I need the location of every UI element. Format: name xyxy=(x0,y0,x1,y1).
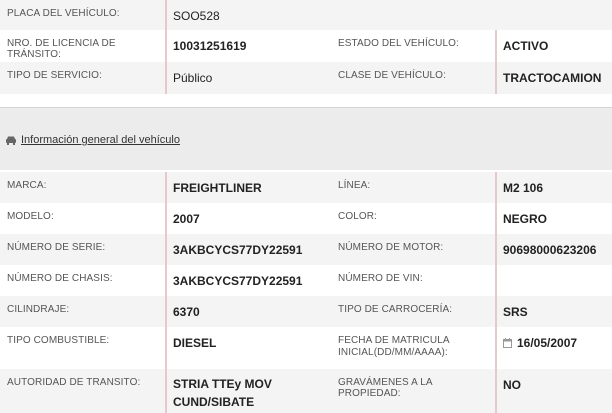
status-label: ESTADO DEL VEHÍCULO: xyxy=(338,38,459,49)
license-label: NRO. DE LICENCIA DE TRÁNSITO: xyxy=(7,38,116,60)
cilindraje-value: 6370 xyxy=(165,296,333,327)
license-row: NRO. DE LICENCIA DE TRÁNSITO: 1003125161… xyxy=(0,30,612,62)
vin-value xyxy=(495,265,612,296)
license-value: 10031251619 xyxy=(165,30,333,62)
service-row: TIPO DE SERVICIO: Público CLASE DE VEHÍC… xyxy=(0,62,612,94)
motor-value: 90698000623206 xyxy=(495,234,612,265)
autoridad-value: STRIA TTEy MOV CUND/SIBATE xyxy=(165,369,333,413)
matricula-label-line2: INICIAL(DD/MM/AAAA): xyxy=(338,347,448,358)
chasis-label: NÚMERO DE CHASIS: xyxy=(7,273,113,284)
class-value: TRACTOCAMION xyxy=(495,62,612,94)
status-value: ACTIVO xyxy=(495,30,612,62)
color-value: NEGRO xyxy=(495,203,612,234)
cilindraje-label: CILINDRAJE: xyxy=(7,304,70,315)
autoridad-label: AUTORIDAD DE TRANSITO: xyxy=(7,377,141,388)
detail-row-modelo: MODELO: 2007 COLOR: NEGRO xyxy=(0,203,612,234)
color-label: COLOR: xyxy=(338,211,377,222)
detail-row-marca: MARCA: FREIGHTLINER LÍNEA: M2 106 xyxy=(0,172,612,203)
calendar-icon xyxy=(503,338,512,348)
detail-row-cilindraje: CILINDRAJE: 6370 TIPO DE CARROCERÍA: SRS xyxy=(0,296,612,327)
spacer xyxy=(0,96,612,107)
plate-row: PLACA DEL VEHÍCULO: SOO528 xyxy=(0,0,612,30)
plate-label: PLACA DEL VEHÍCULO: xyxy=(7,8,120,19)
serie-value: 3AKBCYCS77DY22591 xyxy=(165,234,333,265)
gravamenes-value: NO xyxy=(495,369,612,413)
service-value: Público xyxy=(165,62,333,94)
linea-value: M2 106 xyxy=(495,172,612,203)
matricula-value-cell: 16/05/2007 xyxy=(495,327,612,369)
serie-label: NÚMERO DE SERIE: xyxy=(7,242,106,253)
matricula-label-line1: FECHA DE MATRICULA xyxy=(338,335,450,346)
car-icon xyxy=(6,136,16,145)
carroceria-value: SRS xyxy=(495,296,612,327)
vin-label: NÚMERO DE VIN: xyxy=(338,273,423,284)
combustible-value: DIESEL xyxy=(165,327,333,369)
combustible-label: TIPO COMBUSTIBLE: xyxy=(7,335,110,346)
carroceria-label: TIPO DE CARROCERÍA: xyxy=(338,304,453,315)
matricula-value: 16/05/2007 xyxy=(517,336,578,350)
linea-label: LÍNEA: xyxy=(338,180,371,191)
gravamenes-label: GRAVÁMENES A LA PROPIEDAD: xyxy=(338,377,433,399)
section-header[interactable]: Información general del vehículo xyxy=(5,134,180,146)
matricula-label: FECHA DE MATRICULA INICIAL(DD/MM/AAAA): xyxy=(333,327,495,369)
section-title[interactable]: Información general del vehículo xyxy=(21,134,180,146)
marca-value: FREIGHTLINER xyxy=(165,172,333,203)
detail-row-autoridad: AUTORIDAD DE TRANSITO: STRIA TTEy MOV CU… xyxy=(0,369,612,413)
modelo-value: 2007 xyxy=(165,203,333,234)
class-label: CLASE DE VEHÍCULO: xyxy=(338,70,446,81)
modelo-label: MODELO: xyxy=(7,211,54,222)
chasis-value: 3AKBCYCS77DY22591 xyxy=(165,265,333,296)
motor-label: NÚMERO DE MOTOR: xyxy=(338,242,444,253)
plate-value: SOO528 xyxy=(165,0,333,30)
service-label: TIPO DE SERVICIO: xyxy=(7,70,102,81)
detail-row-chasis: NÚMERO DE CHASIS: 3AKBCYCS77DY22591 NÚME… xyxy=(0,265,612,296)
autoridad-value-line1: STRIA TTEy MOV xyxy=(173,377,272,391)
marca-label: MARCA: xyxy=(7,180,47,191)
autoridad-value-line2: CUND/SIBATE xyxy=(173,395,255,409)
detail-row-combustible: TIPO COMBUSTIBLE: DIESEL FECHA DE MATRIC… xyxy=(0,327,612,369)
detail-row-serie: NÚMERO DE SERIE: 3AKBCYCS77DY22591 NÚMER… xyxy=(0,234,612,265)
